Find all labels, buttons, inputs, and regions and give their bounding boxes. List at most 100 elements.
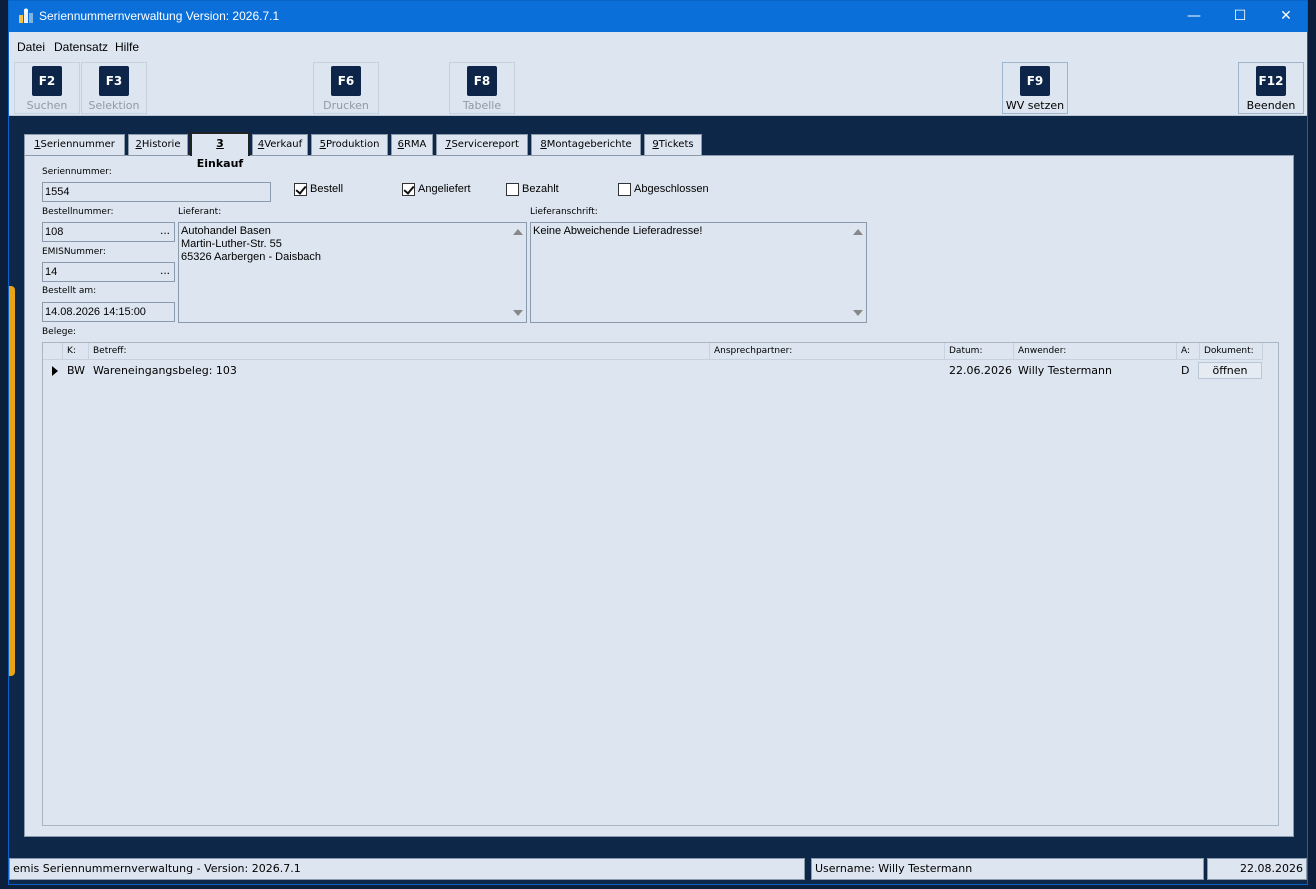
bezahlt-label: Bezahlt [522,183,559,195]
wv-setzen-button[interactable]: F9 WV setzen [1002,62,1068,114]
search-button[interactable]: F2 Suchen [14,62,80,114]
tab-label: Produktion [325,139,380,150]
row-indicator-header [43,343,63,360]
lieferant-label: Lieferant: [178,207,222,217]
tab-tickets[interactable]: 9Tickets [644,134,702,156]
tab-historie[interactable]: 2Historie [128,134,188,156]
open-document-button[interactable]: öffnen [1198,362,1262,379]
wv-setzen-label: WV setzen [1005,99,1065,112]
emis-value: 14 [45,266,58,278]
scroll-up-icon[interactable] [513,229,523,235]
bestellt-field[interactable]: 14.08.2026 14:15:00 [42,302,175,322]
ellipsis-button[interactable]: ... [160,221,170,239]
menu-bar: Datei Datensatz Hilfe [9,32,1307,60]
row-pointer-icon [52,366,58,376]
lieferant-line: Autohandel Basen [181,225,271,237]
app-window: Seriennummernverwaltung Version: 2026.7.… [8,0,1308,885]
f9-key-icon: F9 [1020,66,1050,96]
emis-field[interactable]: 14... [42,262,175,282]
bestellt-label: Bestellt am: [42,286,97,296]
emis-label: EMISNummer: [42,247,106,257]
belege-grid[interactable]: K: Betreff: Ansprechpartner: Datum: Anwe… [42,342,1279,826]
minimize-icon[interactable]: — [1171,1,1217,32]
menu-datei[interactable]: Datei [17,40,45,54]
tab-label: Tickets [658,139,694,150]
tab-verkauf[interactable]: 4Verkauf [252,134,308,156]
tab-label: RMA [403,139,427,150]
table-button[interactable]: F8 Tabelle [449,62,515,114]
cell-k[interactable]: BW [63,362,85,379]
ellipsis-button[interactable]: ... [160,261,170,279]
tab-produktion[interactable]: 5Produktion [311,134,388,156]
tab-seriennummer[interactable]: 1Seriennummer [24,134,125,156]
f6-key-icon: F6 [331,66,361,96]
bestellnummer-label: Bestellnummer: [42,207,114,217]
title-bar: Seriennummernverwaltung Version: 2026.7.… [9,1,1307,32]
status-username: Username: Willy Testermann [811,858,1204,880]
check-icon [402,183,415,196]
angeliefert-label: Angeliefert [418,183,471,195]
check-icon [294,183,307,196]
checkbox-icon [506,183,519,196]
tab-label: Servicereport [451,139,519,150]
scrollbar[interactable] [511,224,525,321]
checkbox-icon [618,183,631,196]
tab-label: Seriennummer [40,139,115,150]
selection-button[interactable]: F3 Selektion [81,62,147,114]
selection-label: Selektion [88,99,140,112]
bestell-label: Bestell [310,183,344,195]
cell-a[interactable]: D [1177,362,1189,379]
f8-key-icon: F8 [467,66,497,96]
menu-hilfe[interactable]: Hilfe [115,40,139,54]
search-label: Suchen [26,99,68,112]
column-header-k[interactable]: K: [63,343,89,360]
tab-num: 3 [216,137,224,150]
exit-label: Beenden [1246,99,1296,112]
column-header-a[interactable]: A: [1177,343,1200,360]
f3-key-icon: F3 [99,66,129,96]
maximize-icon[interactable]: ☐ [1217,1,1263,32]
status-app-version: emis Seriennummernverwaltung - Version: … [9,858,805,880]
app-icon [19,8,33,23]
abgeschlossen-label: Abgeschlossen [634,183,709,195]
lieferant-memo[interactable]: Autohandel Basen Martin-Luther-Str. 55 6… [178,222,527,323]
bestellnummer-value: 108 [45,226,64,238]
einkauf-panel: Seriennummer: 1554 Bestell Angeliefert B… [24,155,1294,837]
lieferanschrift-line: Keine Abweichende Lieferadresse! [533,225,703,237]
f12-key-icon: F12 [1256,66,1286,96]
column-header-datum[interactable]: Datum: [945,343,1014,360]
tab-einkauf[interactable]: 3 Einkauf [190,132,250,170]
toolbar: F2 Suchen F3 Selektion F6 Drucken F8 Tab… [9,60,1307,116]
scroll-down-icon[interactable] [853,310,863,316]
tab-montageberichte[interactable]: 8Montageberichte [531,134,641,156]
lieferanschrift-memo[interactable]: Keine Abweichende Lieferadresse! [530,222,867,323]
bestellt-value: 14.08.2026 14:15:00 [45,306,146,318]
cell-datum[interactable]: 22.06.2026 [945,362,1012,379]
decorative-accent [9,286,15,676]
close-icon[interactable]: ✕ [1263,1,1307,32]
seriennummer-value: 1554 [45,186,70,198]
scrollbar[interactable] [851,224,865,321]
cell-anwender[interactable]: Willy Testermann [1014,362,1112,379]
f2-key-icon: F2 [32,66,62,96]
scroll-up-icon[interactable] [853,229,863,235]
menu-datensatz[interactable]: Datensatz [54,40,108,54]
tab-rma[interactable]: 6RMA [391,134,433,156]
bestellnummer-field[interactable]: 108... [42,222,175,242]
status-bar: emis Seriennummernverwaltung - Version: … [9,856,1307,882]
exit-button[interactable]: F12 Beenden [1238,62,1304,114]
column-header-anwender[interactable]: Anwender: [1014,343,1177,360]
print-button[interactable]: F6 Drucken [313,62,379,114]
print-label: Drucken [323,99,369,112]
column-header-betreff[interactable]: Betreff: [89,343,710,360]
lieferant-line: Martin-Luther-Str. 55 [181,238,282,250]
tab-label: Montageberichte [546,139,632,150]
column-header-dokument[interactable]: Dokument: [1200,343,1263,360]
status-date: 22.08.2026 [1207,858,1307,880]
column-header-ansprechpartner[interactable]: Ansprechpartner: [710,343,945,360]
cell-ansprechpartner[interactable] [710,362,714,379]
cell-betreff[interactable]: Wareneingangsbeleg: 103 [89,362,237,379]
scroll-down-icon[interactable] [513,310,523,316]
tab-servicereport[interactable]: 7Servicereport [436,134,528,156]
seriennummer-field[interactable]: 1554 [42,182,271,202]
